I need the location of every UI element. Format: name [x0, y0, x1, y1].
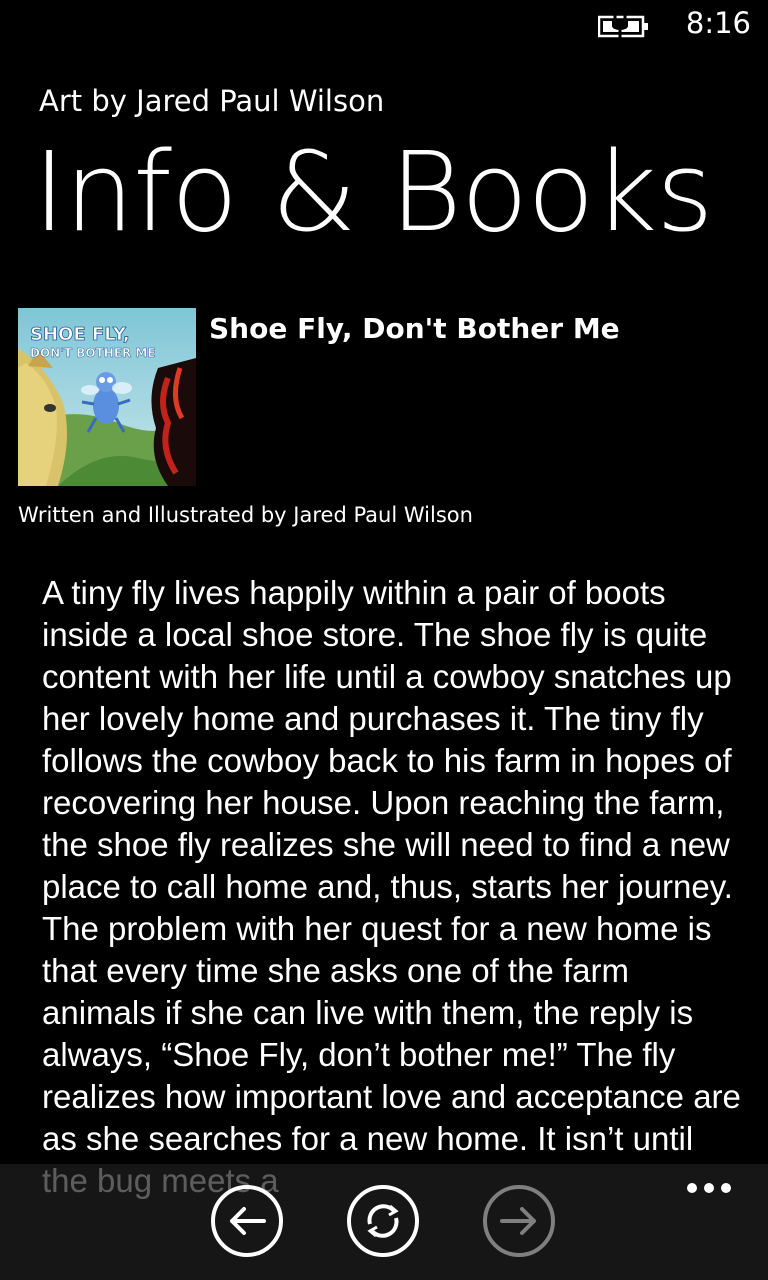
book-title[interactable]: Shoe Fly, Don't Bother Me — [209, 312, 620, 345]
book-credit: Written and Illustrated by Jared Paul Wi… — [18, 503, 473, 527]
back-arrow-icon[interactable] — [210, 1184, 284, 1258]
sync-icon[interactable] — [346, 1184, 420, 1258]
app-title: Art by Jared Paul Wilson — [39, 84, 385, 118]
book-description: A tiny fly lives happily within a pair o… — [42, 574, 741, 1199]
status-time: 8:16 — [685, 6, 751, 40]
forward-arrow-icon[interactable] — [482, 1184, 556, 1258]
application-bar — [0, 1164, 768, 1280]
status-bar: 8:16 — [0, 0, 768, 52]
cover-title-line1: SHOE FLY, — [30, 324, 130, 345]
book-cover-image[interactable]: SHOE FLY, DON'T BOTHER ME — [18, 308, 196, 486]
more-options-icon[interactable] — [686, 1180, 732, 1196]
battery-charging-icon — [598, 14, 648, 38]
cover-title-line2: DON'T BOTHER ME — [30, 346, 156, 360]
page-title: Info & Books — [33, 128, 714, 256]
